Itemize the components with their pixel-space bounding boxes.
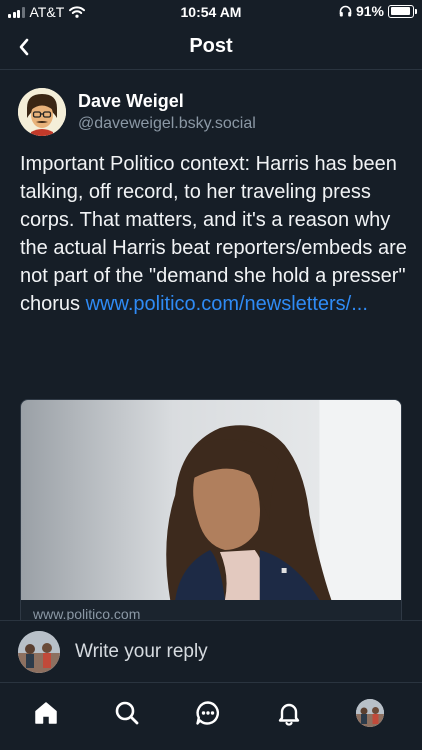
battery-fill xyxy=(390,7,410,15)
page-title: Post xyxy=(189,35,233,57)
tab-home[interactable] xyxy=(30,697,62,729)
status-right: 91% xyxy=(339,3,417,19)
status-bar: AT&T 10:54 AM 91% xyxy=(0,0,422,24)
post: Dave Weigel @daveweigel.bsky.social Impo… xyxy=(0,70,422,620)
bell-icon xyxy=(278,703,300,726)
profile-avatar-illustration xyxy=(356,699,384,727)
author-names: Dave Weigel @daveweigel.bsky.social xyxy=(78,90,256,135)
headphones-icon xyxy=(339,5,352,17)
tab-notifications[interactable] xyxy=(273,697,305,729)
post-author[interactable]: Dave Weigel @daveweigel.bsky.social xyxy=(18,88,256,136)
author-avatar-illustration xyxy=(18,88,66,136)
tab-chat[interactable] xyxy=(192,697,224,729)
reply-input[interactable]: Write your reply xyxy=(75,641,208,663)
bottom-tab-bar xyxy=(0,682,422,750)
top-nav: Post xyxy=(0,24,422,70)
battery-percent: 91% xyxy=(355,3,384,19)
search-icon xyxy=(115,701,139,725)
post-link[interactable]: www.politico.com/newsletters/... xyxy=(86,293,368,315)
tab-profile[interactable] xyxy=(354,697,386,729)
reply-avatar-illustration xyxy=(18,630,60,673)
link-card-domain: www.politico.com xyxy=(33,606,141,620)
link-card-image xyxy=(21,400,401,600)
home-icon xyxy=(35,702,57,724)
link-card[interactable]: www.politico.com xyxy=(20,399,402,620)
author-avatar[interactable] xyxy=(18,88,66,136)
battery-icon xyxy=(388,4,417,18)
reply-avatar xyxy=(18,630,60,673)
tab-search[interactable] xyxy=(111,697,143,729)
profile-avatar xyxy=(356,699,384,727)
post-text: Important Politico context: Harris has b… xyxy=(20,150,408,318)
reply-bar[interactable]: Write your reply xyxy=(0,620,422,682)
post-text-body: Important Politico context: Harris has b… xyxy=(20,153,407,315)
chat-icon xyxy=(196,701,220,725)
author-display-name[interactable]: Dave Weigel xyxy=(78,90,256,112)
post-screen: AT&T 10:54 AM 91% Post Dave Weigel @dave… xyxy=(0,0,422,750)
author-handle[interactable]: @daveweigel.bsky.social xyxy=(78,113,256,135)
